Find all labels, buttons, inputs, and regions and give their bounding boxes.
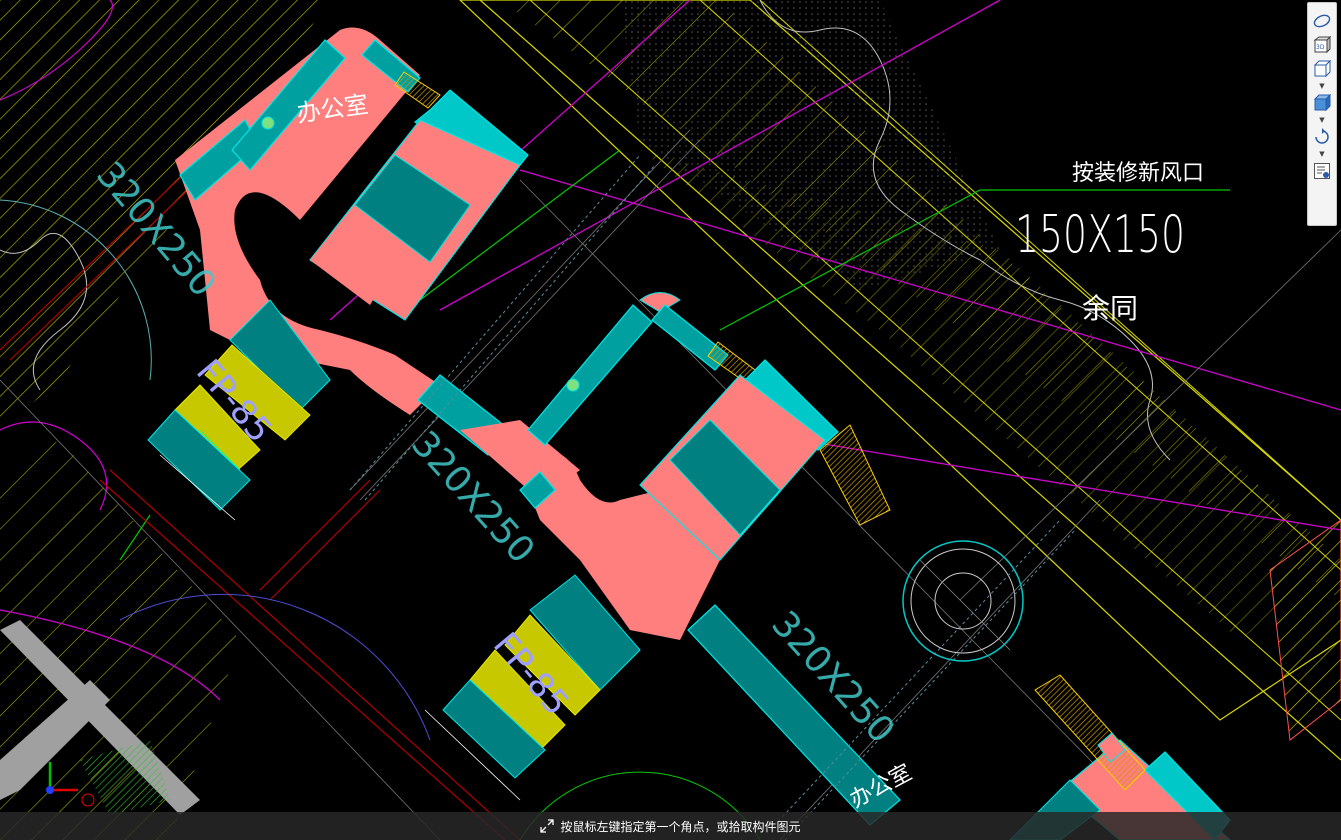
orbit-icon[interactable]: [1311, 10, 1333, 32]
chevron-down-icon[interactable]: ▼: [1311, 149, 1333, 159]
properties-panel-icon[interactable]: [1311, 160, 1333, 182]
note-title: 按装修新风口: [1072, 161, 1204, 186]
cursor-select-icon: [540, 819, 555, 833]
3d-label: 3D: [1316, 44, 1325, 51]
duct-system-middle[interactable]: [424, 292, 901, 826]
3d-view-icon[interactable]: 3D: [1311, 34, 1333, 56]
rotate-icon[interactable]: [1311, 126, 1333, 148]
cube-wireframe-icon[interactable]: [1311, 58, 1333, 80]
command-prompt-text: 按鼠标左键指定第一个角点，或拾取构件图元: [560, 819, 801, 834]
note-rest: 余同: [1082, 292, 1138, 325]
cad-drawing-canvas[interactable]: 办公室 办公室 320X250 320X250 320X250 FP-85 FP…: [0, 0, 1341, 840]
chevron-down-icon[interactable]: ▼: [1311, 115, 1333, 125]
note-size: 150X150: [1015, 205, 1185, 265]
chevron-down-icon[interactable]: ▼: [1311, 81, 1333, 91]
view-toolbar: 3D ▼ ▼ ▼: [1307, 2, 1337, 226]
command-prompt-bar: 按鼠标左键指定第一个角点，或拾取构件图元: [0, 812, 1341, 840]
cube-solid-icon[interactable]: [1311, 92, 1333, 114]
